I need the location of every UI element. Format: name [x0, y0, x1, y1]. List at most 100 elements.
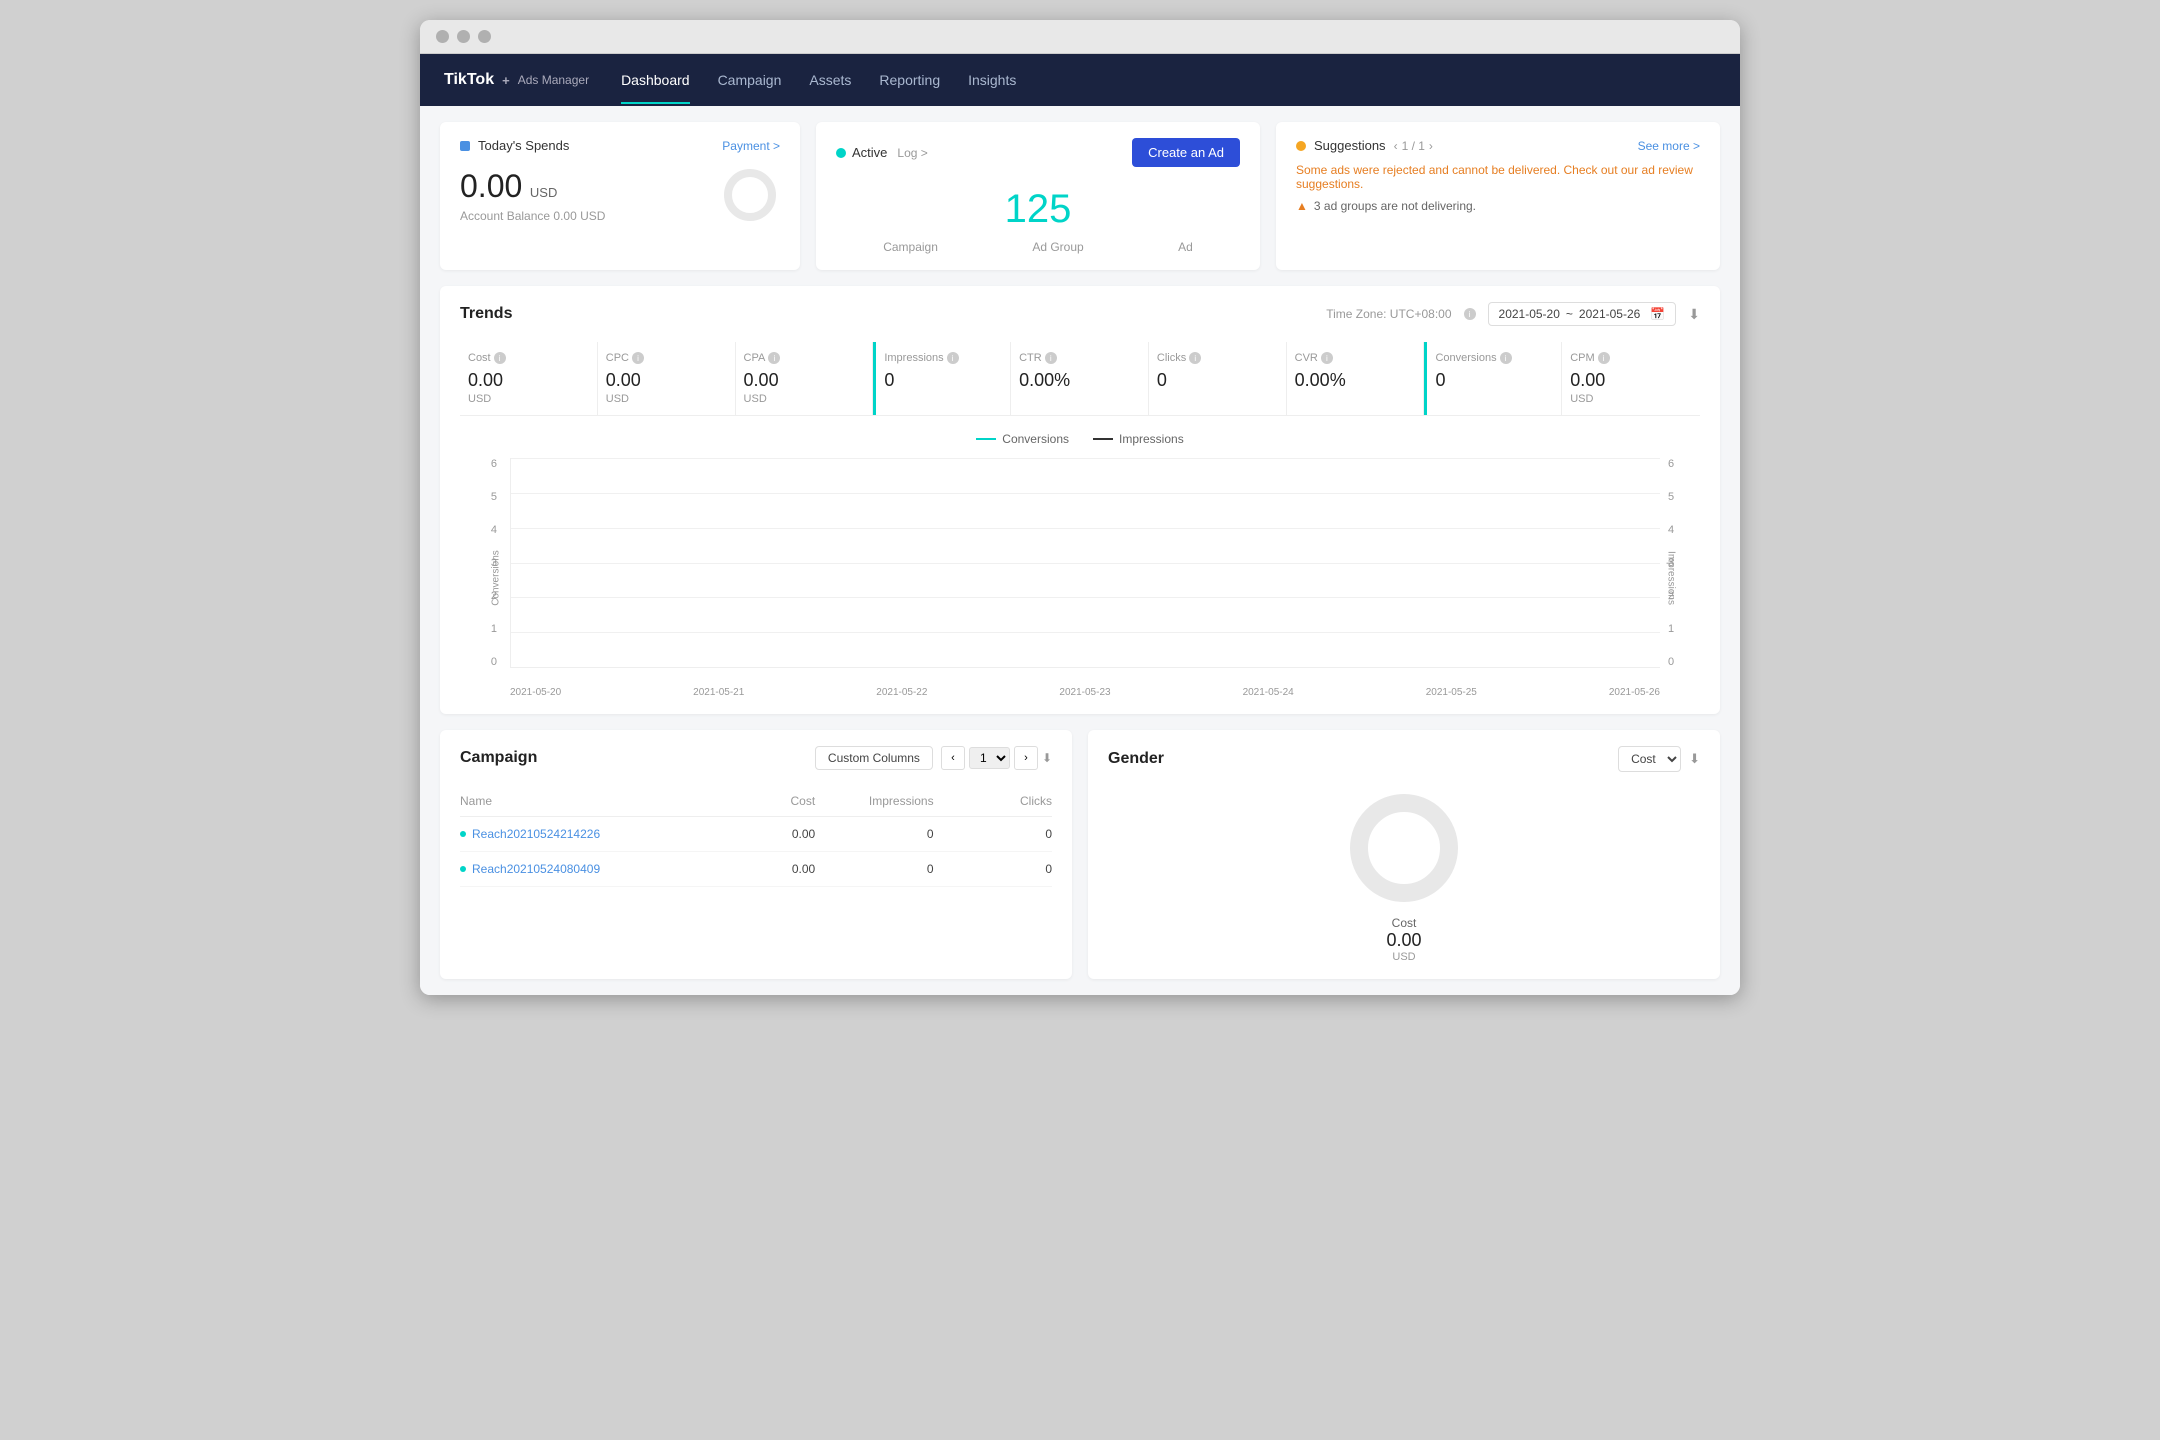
nav-item-dashboard[interactable]: Dashboard: [621, 56, 690, 104]
create-ad-button[interactable]: Create an Ad: [1132, 138, 1240, 167]
cost-2: 0.00: [697, 862, 815, 876]
dot-close: [436, 30, 449, 43]
clicks-1: 0: [934, 827, 1052, 841]
col-clicks: Clicks: [934, 794, 1052, 808]
cvr-info-icon[interactable]: i: [1321, 352, 1333, 364]
ctr-value: 0.00%: [1019, 370, 1140, 391]
campaign-card-title: Campaign: [460, 749, 537, 767]
ad-group-label: Ad Group: [1032, 240, 1083, 254]
campaign-label: Campaign: [883, 240, 938, 254]
trends-controls: Time Zone: UTC+08:00 i 2021-05-20 ~ 2021…: [1326, 302, 1700, 326]
ads-manager-label: Ads Manager: [518, 73, 589, 87]
cost-unit: USD: [468, 393, 589, 405]
legend-dark-line: [1093, 438, 1113, 440]
active-card: Active Log > Create an Ad 125 Campaign A…: [816, 122, 1260, 270]
active-labels: Campaign Ad Group Ad: [836, 240, 1240, 254]
table-row: Reach20210524214226 0.00 0 0: [460, 817, 1052, 852]
bottom-row: Campaign Custom Columns ‹ 1 › ⬇: [440, 730, 1720, 979]
spends-currency: USD: [530, 185, 557, 200]
status-dot-icon: [460, 831, 466, 837]
nav-item-insights[interactable]: Insights: [968, 56, 1016, 104]
export-icon[interactable]: ⬇: [1042, 751, 1052, 765]
date-range-picker[interactable]: 2021-05-20 ~ 2021-05-26 📅: [1488, 302, 1677, 326]
download-icon[interactable]: ⬇: [1688, 306, 1700, 323]
ad-label: Ad: [1178, 240, 1193, 254]
navbar: TikTok + Ads Manager Dashboard Campaign …: [420, 54, 1740, 106]
active-number: 125: [836, 179, 1240, 240]
log-link[interactable]: Log >: [897, 146, 927, 160]
legend-conversions-label: Conversions: [1002, 432, 1069, 446]
legend-conversions: Conversions: [976, 432, 1069, 446]
ctr-info-icon[interactable]: i: [1045, 352, 1057, 364]
campaign-card: Campaign Custom Columns ‹ 1 › ⬇: [440, 730, 1072, 979]
content: Today's Spends Payment > 0.00 USD Accoun…: [420, 106, 1740, 995]
custom-columns-button[interactable]: Custom Columns: [815, 746, 933, 770]
cpm-value: 0.00: [1570, 370, 1692, 391]
cpm-info-icon[interactable]: i: [1598, 352, 1610, 364]
clicks-2: 0: [934, 862, 1052, 876]
metric-cpm: CPM i 0.00 USD: [1562, 342, 1700, 415]
nav-item-assets[interactable]: Assets: [809, 56, 851, 104]
next-page-button[interactable]: ›: [1014, 746, 1038, 770]
page-select[interactable]: 1: [969, 747, 1010, 769]
dot-minimize: [457, 30, 470, 43]
cost-value: 0.00: [468, 370, 589, 391]
browser-chrome: [420, 20, 1740, 54]
metric-cost: Cost i 0.00 USD: [460, 342, 598, 415]
impressions-1: 0: [815, 827, 933, 841]
campaign-name-1[interactable]: Reach20210524214226: [460, 827, 697, 841]
spends-card: Today's Spends Payment > 0.00 USD Accoun…: [440, 122, 800, 270]
impressions-2: 0: [815, 862, 933, 876]
tiktok-logo-text: TikTok: [444, 71, 494, 89]
col-cost: Cost: [697, 794, 815, 808]
see-more-link[interactable]: See more >: [1638, 139, 1700, 153]
chart-area: [510, 458, 1660, 668]
col-impressions: Impressions: [815, 794, 933, 808]
suggestions-card: Suggestions ‹ 1 / 1 › See more > Some ad…: [1276, 122, 1720, 270]
payment-link[interactable]: Payment >: [722, 139, 780, 153]
impressions-info-icon[interactable]: i: [947, 352, 959, 364]
nav-item-campaign[interactable]: Campaign: [718, 56, 782, 104]
legend-teal-line: [976, 438, 996, 440]
timezone-info-icon[interactable]: i: [1464, 308, 1476, 320]
impressions-value: 0: [884, 370, 1002, 391]
conversions-value: 0: [1435, 370, 1553, 391]
blue-square-icon: [460, 141, 470, 151]
gender-export-icon[interactable]: ⬇: [1689, 751, 1700, 767]
balance-text: Account Balance 0.00 USD: [460, 209, 605, 223]
y-label-right: Impressions: [1666, 551, 1677, 605]
page-indicator: 1 / 1: [1402, 139, 1425, 153]
cvr-value: 0.00%: [1295, 370, 1416, 391]
metric-cpc: CPC i 0.00 USD: [598, 342, 736, 415]
warning-triangle-icon: ▲: [1296, 199, 1308, 213]
suggestions-pagination: ‹ 1 / 1 ›: [1394, 139, 1433, 153]
calendar-icon: 📅: [1650, 307, 1665, 321]
cost-select[interactable]: Cost: [1618, 746, 1681, 772]
campaign-name-2[interactable]: Reach20210524080409: [460, 862, 697, 876]
chart-container: 6 5 4 3 2 1 0 Conversions: [460, 458, 1700, 698]
cpa-info-icon[interactable]: i: [768, 352, 780, 364]
gender-cost-label: Cost 0.00 USD: [1108, 916, 1700, 963]
date-start: 2021-05-20: [1499, 307, 1560, 321]
metric-cpa: CPA i 0.00 USD: [736, 342, 874, 415]
nav-item-reporting[interactable]: Reporting: [879, 56, 940, 104]
active-label: Active: [852, 145, 887, 160]
spends-title: Today's Spends: [478, 138, 569, 153]
spends-header: Today's Spends Payment >: [460, 138, 780, 153]
dot-maximize: [478, 30, 491, 43]
chevron-right-icon[interactable]: ›: [1429, 139, 1433, 153]
chevron-left-icon[interactable]: ‹: [1394, 139, 1398, 153]
cpa-value: 0.00: [744, 370, 865, 391]
clicks-info-icon[interactable]: i: [1189, 352, 1201, 364]
conversions-info-icon[interactable]: i: [1500, 352, 1512, 364]
metric-clicks: Clicks i 0: [1149, 342, 1287, 415]
cpc-value: 0.00: [606, 370, 727, 391]
cpc-info-icon[interactable]: i: [632, 352, 644, 364]
active-dot-icon: [836, 148, 846, 158]
timezone-label: Time Zone: UTC+08:00: [1326, 307, 1451, 321]
x-axis-labels: 2021-05-20 2021-05-21 2021-05-22 2021-05…: [510, 687, 1660, 698]
cost-info-icon[interactable]: i: [494, 352, 506, 364]
trends-title: Trends: [460, 305, 512, 323]
donut-chart: [720, 165, 780, 225]
prev-page-button[interactable]: ‹: [941, 746, 965, 770]
